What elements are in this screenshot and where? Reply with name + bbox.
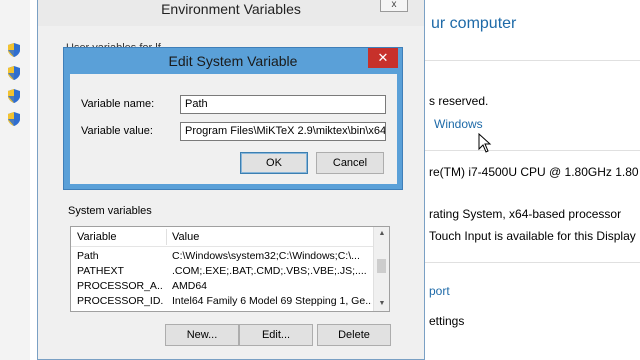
- divider: [425, 60, 640, 61]
- close-icon[interactable]: x: [380, 0, 408, 12]
- variable-name-input[interactable]: Path: [180, 95, 386, 114]
- column-separator[interactable]: [166, 229, 167, 245]
- list-header: Variable Value: [71, 227, 374, 247]
- column-header-variable[interactable]: Variable: [77, 231, 117, 243]
- windows-link[interactable]: Windows: [434, 117, 483, 131]
- row-value: Intel64 Family 6 Model 69 Stepping 1, Ge…: [172, 295, 372, 307]
- system-variables-list[interactable]: Variable Value Path C:\Windows\system32;…: [70, 226, 390, 312]
- scroll-up-arrow-icon[interactable]: ▲: [374, 227, 390, 241]
- divider: [425, 262, 640, 263]
- row-value: C:\Windows\system32;C:\Windows;C:\...: [172, 250, 360, 262]
- delete-button[interactable]: Delete: [317, 324, 391, 346]
- variable-value-label: Variable value:: [81, 125, 153, 137]
- env-window-title: Environment Variables: [161, 1, 301, 17]
- left-panel: [0, 0, 30, 360]
- system-page-title: ur computer: [431, 15, 517, 32]
- row-variable: Path: [77, 250, 99, 262]
- close-icon[interactable]: ✕: [368, 48, 398, 68]
- variable-value-input[interactable]: Program Files\MiKTeX 2.9\miktex\bin\x64\…: [180, 122, 386, 141]
- scroll-down-arrow-icon[interactable]: ▼: [374, 297, 390, 311]
- shield-icon: [8, 43, 20, 57]
- pen-touch-value: Touch Input is available for this Displa…: [429, 229, 636, 243]
- processor-value: re(TM) i7-4500U CPU @ 1.80GHz 1.80 GH: [429, 165, 640, 179]
- cancel-button[interactable]: Cancel: [316, 152, 384, 174]
- edit-system-variable-dialog: Edit System Variable ✕ Variable name: Pa…: [63, 47, 403, 190]
- system-variables-label: System variables: [68, 205, 152, 217]
- new-button[interactable]: New...: [165, 324, 239, 346]
- mouse-cursor-icon: [478, 133, 492, 153]
- settings-heading: ettings: [429, 314, 465, 328]
- support-link[interactable]: port: [429, 284, 450, 298]
- table-row[interactable]: Path C:\Windows\system32;C:\Windows;C:\.…: [71, 249, 374, 264]
- table-row[interactable]: PATHEXT .COM;.EXE;.BAT;.CMD;.VBS;.VBE;.J…: [71, 264, 374, 279]
- scrollbar-thumb[interactable]: [377, 259, 386, 273]
- row-value: AMD64: [172, 280, 208, 292]
- row-variable: PROCESSOR_ID...: [77, 295, 163, 307]
- row-value: .COM;.EXE;.BAT;.CMD;.VBS;.VBE;.JS;....: [172, 265, 367, 277]
- env-titlebar: Environment Variables x: [38, 0, 424, 26]
- dialog-body: Variable name: Path Variable value: Prog…: [70, 74, 397, 184]
- variable-name-label: Variable name:: [81, 98, 155, 110]
- list-scrollbar[interactable]: ▲ ▼: [373, 227, 389, 311]
- edit-button[interactable]: Edit...: [239, 324, 313, 346]
- system-window: ur computer s reserved. Windows re(TM) i…: [425, 0, 640, 360]
- dialog-title: Edit System Variable: [168, 53, 298, 69]
- divider: [425, 150, 640, 151]
- shield-icon: [8, 112, 20, 126]
- row-variable: PROCESSOR_A...: [77, 280, 163, 292]
- copyright-text: s reserved.: [429, 94, 489, 108]
- system-type-value: rating System, x64-based processor: [429, 207, 622, 221]
- ok-button[interactable]: OK: [240, 152, 308, 174]
- column-header-value[interactable]: Value: [172, 231, 199, 243]
- table-row[interactable]: PROCESSOR_ID... Intel64 Family 6 Model 6…: [71, 294, 374, 309]
- shield-icon: [8, 66, 20, 80]
- shield-icon: [8, 89, 20, 103]
- row-variable: PATHEXT: [77, 265, 124, 277]
- table-row[interactable]: PROCESSOR_A... AMD64: [71, 279, 374, 294]
